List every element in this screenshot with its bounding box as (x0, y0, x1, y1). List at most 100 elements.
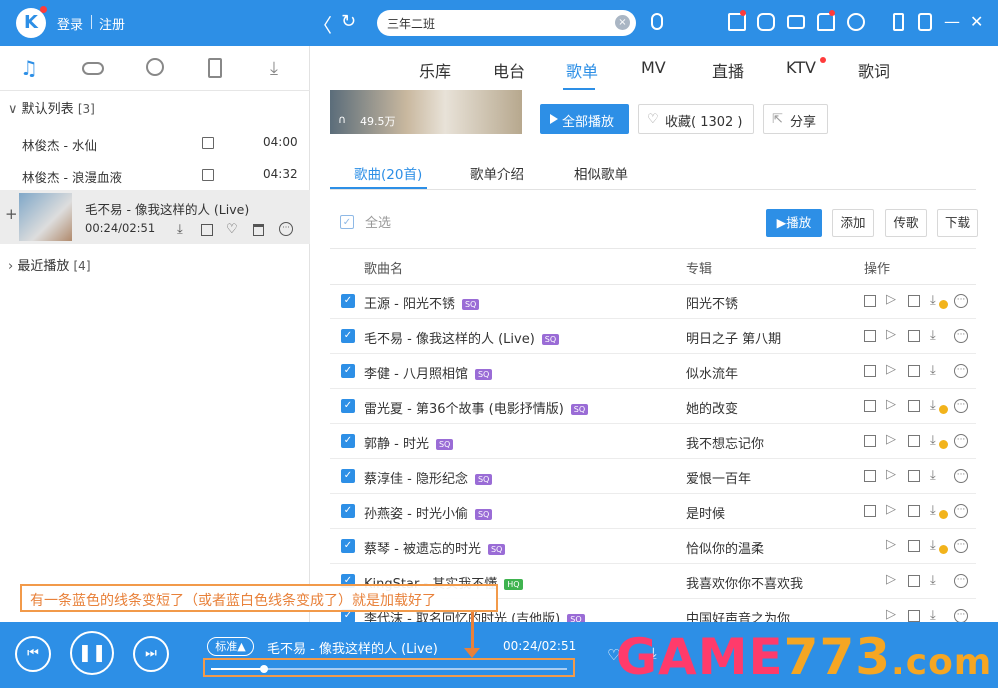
mobile-icon[interactable] (893, 13, 904, 31)
tab-lyrics[interactable]: 歌词 (858, 58, 890, 82)
more-icon[interactable]: ··· (954, 574, 968, 588)
share-button[interactable]: ⇱ 分享 (763, 104, 828, 134)
mv-icon[interactable] (864, 330, 876, 342)
download-icon[interactable]: ⤓ (930, 398, 936, 413)
album-name[interactable]: 她的改变 (686, 398, 738, 417)
album-name[interactable]: 阳光不锈 (686, 293, 738, 312)
more-icon[interactable]: ··· (279, 222, 293, 236)
music-note-icon[interactable]: ♫ (20, 58, 42, 80)
register-link[interactable]: 注册 (99, 14, 125, 33)
song-name[interactable]: 郭静 - 时光 SQ (364, 433, 454, 452)
delete-icon[interactable] (253, 224, 264, 236)
add-button[interactable]: 添加 (832, 209, 874, 237)
microphone-icon[interactable] (651, 13, 663, 30)
download-icon[interactable]: ⤓ (930, 538, 936, 553)
album-name[interactable]: 似水流年 (686, 363, 738, 382)
song-name[interactable]: 王源 - 阳光不锈 SQ (364, 293, 480, 312)
song-name[interactable]: 毛不易 - 像我这样的人 (Live) SQ (364, 328, 560, 347)
close-icon[interactable]: ✕ (970, 12, 983, 31)
progress-handle[interactable] (260, 665, 269, 673)
mv-icon[interactable] (864, 505, 876, 517)
tab-radio[interactable]: 电台 (493, 58, 525, 82)
more-icon[interactable]: ··· (954, 539, 968, 553)
add-to-list-icon[interactable] (908, 610, 920, 622)
row-checkbox[interactable]: ✓ (341, 294, 355, 308)
add-icon[interactable]: + (5, 205, 18, 223)
song-name[interactable]: 雷光夏 - 第36个故事 (电影抒情版) SQ (364, 398, 589, 417)
clear-icon[interactable]: × (615, 15, 630, 30)
album-name[interactable]: 恰似你的温柔 (686, 538, 764, 557)
play-icon[interactable]: ▷ (886, 467, 896, 482)
play-all-button[interactable]: 全部播放 (540, 104, 629, 134)
play-icon[interactable]: ▷ (886, 502, 896, 517)
more-icon[interactable]: ··· (954, 434, 968, 448)
more-icon[interactable]: ··· (954, 504, 968, 518)
play-icon[interactable]: ▷ (886, 607, 896, 622)
download-icon[interactable]: ⤓ (177, 222, 183, 237)
song-name[interactable]: 蔡琴 - 被遗忘的时光 SQ (364, 538, 506, 557)
download-icon[interactable]: ⤓ (930, 293, 936, 308)
tab-mv[interactable]: MV (641, 58, 666, 77)
mv-icon[interactable] (864, 400, 876, 412)
table-row[interactable]: ✓ 李健 - 八月照相馆 SQ 似水流年 ▷ ⤓ ··· (330, 354, 976, 389)
heart-icon[interactable]: ♡ (226, 222, 238, 237)
play-icon[interactable]: ▷ (886, 432, 896, 447)
song-name[interactable]: 孙燕姿 - 时光小偷 SQ (364, 503, 493, 522)
tab-similar[interactable]: 相似歌单 (574, 163, 628, 183)
download-icon[interactable]: ⤓ (930, 468, 936, 483)
album-name[interactable]: 我喜欢你你不喜欢我 (686, 573, 803, 592)
quality-selector[interactable]: 标准▲ (207, 637, 254, 656)
row-checkbox[interactable]: ✓ (341, 364, 355, 378)
next-icon[interactable]: ⏭ (133, 636, 169, 672)
table-row[interactable]: ✓ 毛不易 - 像我这样的人 (Live) SQ 明日之子 第八期 ▷ ⤓ ··· (330, 319, 976, 354)
tab-ktv[interactable]: KTV (786, 58, 816, 77)
more-icon[interactable]: ··· (954, 609, 968, 623)
album-name[interactable]: 我不想忘记你 (686, 433, 764, 452)
play-button[interactable]: ▶播放 (766, 209, 822, 237)
table-row[interactable]: ✓ 雷光夏 - 第36个故事 (电影抒情版) SQ 她的改变 ▷ ⤓ ··· (330, 389, 976, 424)
search-input[interactable]: 三年二班 × (377, 10, 636, 36)
previous-icon[interactable]: ⏮ (15, 636, 51, 672)
add-to-list-icon[interactable] (908, 400, 920, 412)
more-icon[interactable]: ··· (954, 399, 968, 413)
select-all-checkbox[interactable]: ✓ (340, 215, 354, 229)
add-to-list-icon[interactable] (908, 470, 920, 482)
download-icon[interactable]: ⤓ (930, 363, 936, 378)
recent-list-header[interactable]: › 最近播放 [4] (8, 255, 91, 274)
refresh-icon[interactable]: ↻ (341, 11, 356, 32)
play-icon[interactable]: ▷ (886, 327, 896, 342)
add-to-list-icon[interactable] (908, 505, 920, 517)
mv-icon[interactable] (864, 435, 876, 447)
play-icon[interactable]: ▷ (886, 537, 896, 552)
more-icon[interactable]: ··· (954, 469, 968, 483)
cloud-icon[interactable] (82, 62, 104, 75)
radio-icon[interactable] (146, 58, 164, 76)
table-row[interactable]: ✓ 郭静 - 时光 SQ 我不想忘记你 ▷ ⤓ ··· (330, 424, 976, 459)
row-checkbox[interactable]: ✓ (341, 469, 355, 483)
mail-icon[interactable] (787, 15, 805, 29)
now-playing-item[interactable]: + 毛不易 - 像我这样的人 (Live) 00:24/02:51 ⤓ ♡ ··… (0, 190, 310, 244)
tab-live[interactable]: 直播 (712, 58, 744, 82)
download-icon[interactable]: ⤓ (930, 608, 936, 623)
download-icon[interactable]: ⤓ (270, 58, 292, 80)
tab-intro[interactable]: 歌单介绍 (470, 163, 524, 183)
favorite-button[interactable]: ♡ 收藏( 1302 ) (638, 104, 754, 134)
tab-playlist[interactable]: 歌单 (566, 58, 598, 82)
row-checkbox[interactable]: ✓ (341, 399, 355, 413)
more-icon[interactable]: ··· (954, 364, 968, 378)
pause-icon[interactable]: ❚❚ (70, 631, 114, 675)
download-button[interactable]: 下载 (937, 209, 978, 237)
progress-bar[interactable] (211, 665, 567, 673)
more-icon[interactable]: ··· (954, 329, 968, 343)
list-item[interactable]: 林俊杰 - 浪漫血液 04:32 (0, 160, 310, 192)
tab-songs[interactable]: 歌曲(20首) (354, 163, 422, 183)
table-row[interactable]: ✓ 蔡淳佳 - 隐形纪念 SQ 爱恨一百年 ▷ ⤓ ··· (330, 459, 976, 494)
song-name[interactable]: 李健 - 八月照相馆 SQ (364, 363, 493, 382)
row-checkbox[interactable]: ✓ (341, 504, 355, 518)
download-icon[interactable]: ⤓ (930, 433, 936, 448)
play-icon[interactable]: ▷ (886, 572, 896, 587)
row-checkbox[interactable]: ✓ (341, 329, 355, 343)
add-to-list-icon[interactable] (908, 540, 920, 552)
download-icon[interactable]: ⤓ (930, 328, 936, 343)
mv-icon[interactable] (201, 224, 213, 236)
